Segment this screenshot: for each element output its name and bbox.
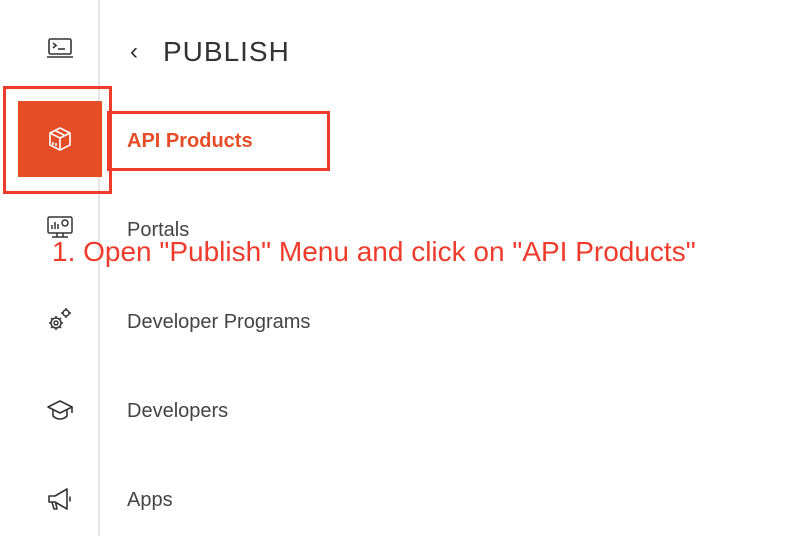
terminal-icon (47, 38, 73, 58)
menu-item-apps[interactable]: Apps (127, 489, 173, 512)
rail-item-learn[interactable] (18, 372, 102, 448)
rail-item-terminal[interactable] (18, 10, 102, 86)
chevron-left-icon: ‹ (130, 38, 138, 65)
page-title: PUBLISH (163, 36, 290, 67)
gears-icon (49, 308, 71, 330)
back-button[interactable]: ‹ (126, 36, 142, 68)
menu-item-developer-programs[interactable]: Developer Programs (127, 311, 310, 334)
package-icon (49, 127, 71, 151)
graduation-cap-icon (47, 400, 73, 420)
rail-item-settings[interactable] (18, 282, 102, 358)
icon-rail (0, 0, 102, 537)
menu-item-api-products[interactable]: API Products (127, 130, 253, 153)
menu-item-developers[interactable]: Developers (127, 400, 228, 423)
megaphone-icon (48, 488, 71, 510)
instruction-annotation: 1. Open "Publish" Menu and click on "API… (52, 236, 696, 267)
rail-item-marketing[interactable] (18, 461, 102, 537)
rail-item-publish[interactable] (18, 101, 102, 177)
